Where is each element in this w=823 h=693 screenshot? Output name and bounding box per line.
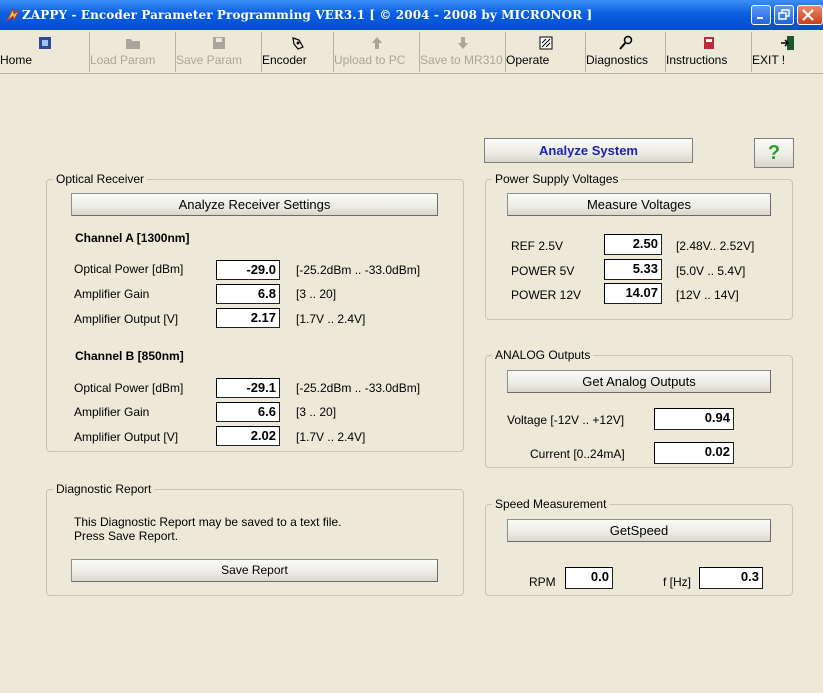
current-label: Current [0..24mA] (530, 447, 625, 461)
measure-voltages-label: Measure Voltages (586, 197, 692, 212)
toolbar-diagnostics[interactable]: Diagnostics (586, 32, 666, 72)
analyze-receiver-label: Analyze Receiver Settings (178, 197, 331, 212)
save-report-label: Save Report (221, 563, 288, 577)
voltage-value: 0.94 (654, 408, 734, 430)
up-arrow-icon (371, 37, 382, 49)
get-speed-button[interactable]: GetSpeed (507, 519, 771, 542)
floppy-icon (212, 37, 225, 49)
power-supply-legend: Power Supply Voltages (492, 172, 622, 186)
get-speed-label: GetSpeed (609, 523, 669, 538)
toolbar-label: Save to MR310 (420, 53, 503, 67)
toolbar-label: Upload to PC (334, 53, 406, 67)
frequency-label: f [Hz] (663, 575, 692, 589)
ref-2-5v-label: REF 2.5V (511, 239, 564, 253)
window-title: ZAPPY - Encoder Parameter Programming VE… (22, 8, 593, 22)
channel-a-amplifier-gain-label: Amplifier Gain (74, 287, 150, 301)
channel-a-amplifier-output-label: Amplifier Output [V] (74, 312, 179, 326)
toolbar-encoder[interactable]: Encoder (262, 32, 334, 72)
diagnostic-report-legend: Diagnostic Report (53, 482, 155, 496)
toolbar-label: Load Param (90, 53, 156, 67)
channel-a-amplifier-output-range: [1.7V .. 2.4V] (296, 312, 366, 326)
power-12v-label: POWER 12V (511, 288, 582, 302)
power-12v-value: 14.07 (604, 283, 662, 304)
minimize-icon (757, 17, 763, 19)
ref-2-5v-range: [2.48V.. 2.52V] (676, 239, 755, 253)
speed-measurement-legend: Speed Measurement (492, 497, 610, 511)
rpm-value: 0.0 (565, 567, 613, 589)
diagnostic-report-text-2: Press Save Report. (74, 529, 179, 543)
channel-b-optical-power-label: Optical Power [dBm] (74, 381, 184, 395)
toolbar-save-param[interactable]: Save Param (176, 32, 262, 72)
optical-receiver-legend: Optical Receiver (53, 172, 148, 186)
toolbar-label: Encoder (262, 53, 307, 67)
toolbar-label: Home (0, 53, 33, 67)
restore-button[interactable] (774, 5, 794, 25)
channel-a-amplifier-gain-range: [3 .. 20] (296, 287, 337, 301)
toolbar-label: EXIT ! (752, 53, 786, 67)
ref-2-5v-value: 2.50 (604, 234, 662, 255)
toolbar-save-to-mr310[interactable]: Save to MR310 (420, 32, 506, 72)
rpm-label: RPM (529, 575, 556, 589)
toolbar: Home Load Param Save Param Encoder Uploa… (0, 30, 823, 74)
toolbar-label: Instructions (666, 53, 728, 67)
channel-b-amplifier-output-value: 2.02 (216, 426, 280, 446)
channel-a-optical-power-label: Optical Power [dBm] (74, 262, 184, 276)
toolbar-load-param[interactable]: Load Param (90, 32, 176, 72)
toolbar-label: Operate (506, 53, 550, 67)
voltage-label: Voltage [-12V .. +12V] (507, 413, 625, 427)
toolbar-operate[interactable]: Operate (506, 32, 586, 72)
home-icon (38, 37, 51, 49)
channel-a-optical-power-range: [-25.2dBm .. -33.0dBm] (296, 263, 421, 277)
minimize-button[interactable] (751, 5, 771, 25)
channel-b-amplifier-output-range: [1.7V .. 2.4V] (296, 430, 366, 444)
channel-a-optical-power-value: -29.0 (216, 260, 280, 280)
close-icon (802, 9, 814, 21)
power-5v-label: POWER 5V (511, 264, 575, 278)
book-icon (703, 37, 714, 49)
analog-outputs-legend: ANALOG Outputs (492, 348, 594, 362)
channel-b-amplifier-output-label: Amplifier Output [V] (74, 430, 179, 444)
channel-b-amplifier-gain-value: 6.6 (216, 402, 280, 422)
channel-b-optical-power-range: [-25.2dBm .. -33.0dBm] (296, 381, 421, 395)
toolbar-upload-to-pc[interactable]: Upload to PC (334, 32, 420, 72)
power-5v-value: 5.33 (604, 259, 662, 280)
exit-door-icon (780, 36, 794, 50)
get-analog-outputs-button[interactable]: Get Analog Outputs (507, 370, 771, 393)
channel-b-title: Channel B [850nm] (75, 349, 184, 363)
power-12v-range: [12V .. 14V] (676, 288, 739, 302)
diagnostic-report-text-1: This Diagnostic Report may be saved to a… (74, 515, 342, 529)
save-report-button[interactable]: Save Report (71, 559, 438, 582)
down-arrow-icon (457, 37, 468, 49)
toolbar-instructions[interactable]: Instructions (666, 32, 752, 72)
channel-a-amplifier-output-value: 2.17 (216, 308, 280, 328)
analyze-receiver-button[interactable]: Analyze Receiver Settings (71, 193, 438, 216)
channel-a-amplifier-gain-value: 6.8 (216, 284, 280, 304)
app-icon (6, 7, 20, 22)
get-analog-outputs-label: Get Analog Outputs (582, 374, 696, 389)
title-bar: ZAPPY - Encoder Parameter Programming VE… (0, 0, 823, 30)
operate-icon (539, 36, 552, 50)
help-button[interactable]: ? (754, 138, 794, 168)
measure-voltages-button[interactable]: Measure Voltages (507, 193, 771, 216)
toolbar-label: Save Param (176, 53, 243, 67)
channel-b-amplifier-gain-label: Amplifier Gain (74, 405, 150, 419)
wrench-icon (618, 35, 632, 50)
encoder-icon (291, 37, 304, 50)
restore-icon (778, 9, 790, 20)
analyze-system-button[interactable]: Analyze System (484, 138, 693, 163)
channel-b-optical-power-value: -29.1 (216, 378, 280, 398)
toolbar-home[interactable]: Home (0, 32, 90, 72)
frequency-value: 0.3 (699, 567, 763, 589)
current-value: 0.02 (654, 442, 734, 464)
folder-icon (125, 39, 140, 49)
channel-b-amplifier-gain-range: [3 .. 20] (296, 405, 337, 419)
close-button[interactable] (797, 5, 823, 25)
power-5v-range: [5.0V .. 5.4V] (676, 264, 746, 278)
channel-a-title: Channel A [1300nm] (75, 231, 190, 245)
toolbar-label: Diagnostics (586, 53, 649, 67)
toolbar-exit[interactable]: EXIT ! (752, 32, 823, 72)
